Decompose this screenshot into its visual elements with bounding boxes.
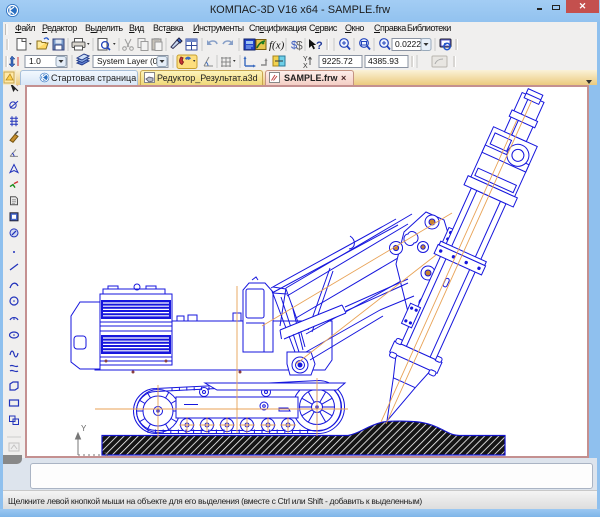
svg-text:4385.93: 4385.93 [368, 56, 399, 66]
svg-text:9225.72: 9225.72 [322, 56, 353, 66]
svg-text:System Layer (0): System Layer (0) [97, 56, 160, 66]
svg-text:$: $ [296, 39, 303, 53]
svg-text:X: X [104, 451, 110, 456]
svg-text:Y: Y [303, 56, 308, 63]
svg-text:?: ? [316, 40, 323, 52]
svg-text:f(x): f(x) [269, 40, 285, 52]
svg-text:0.0222: 0.0222 [395, 39, 421, 49]
svg-text:X: X [303, 63, 308, 70]
svg-text:1.0: 1.0 [29, 56, 41, 66]
svg-text:Y: Y [81, 424, 87, 433]
